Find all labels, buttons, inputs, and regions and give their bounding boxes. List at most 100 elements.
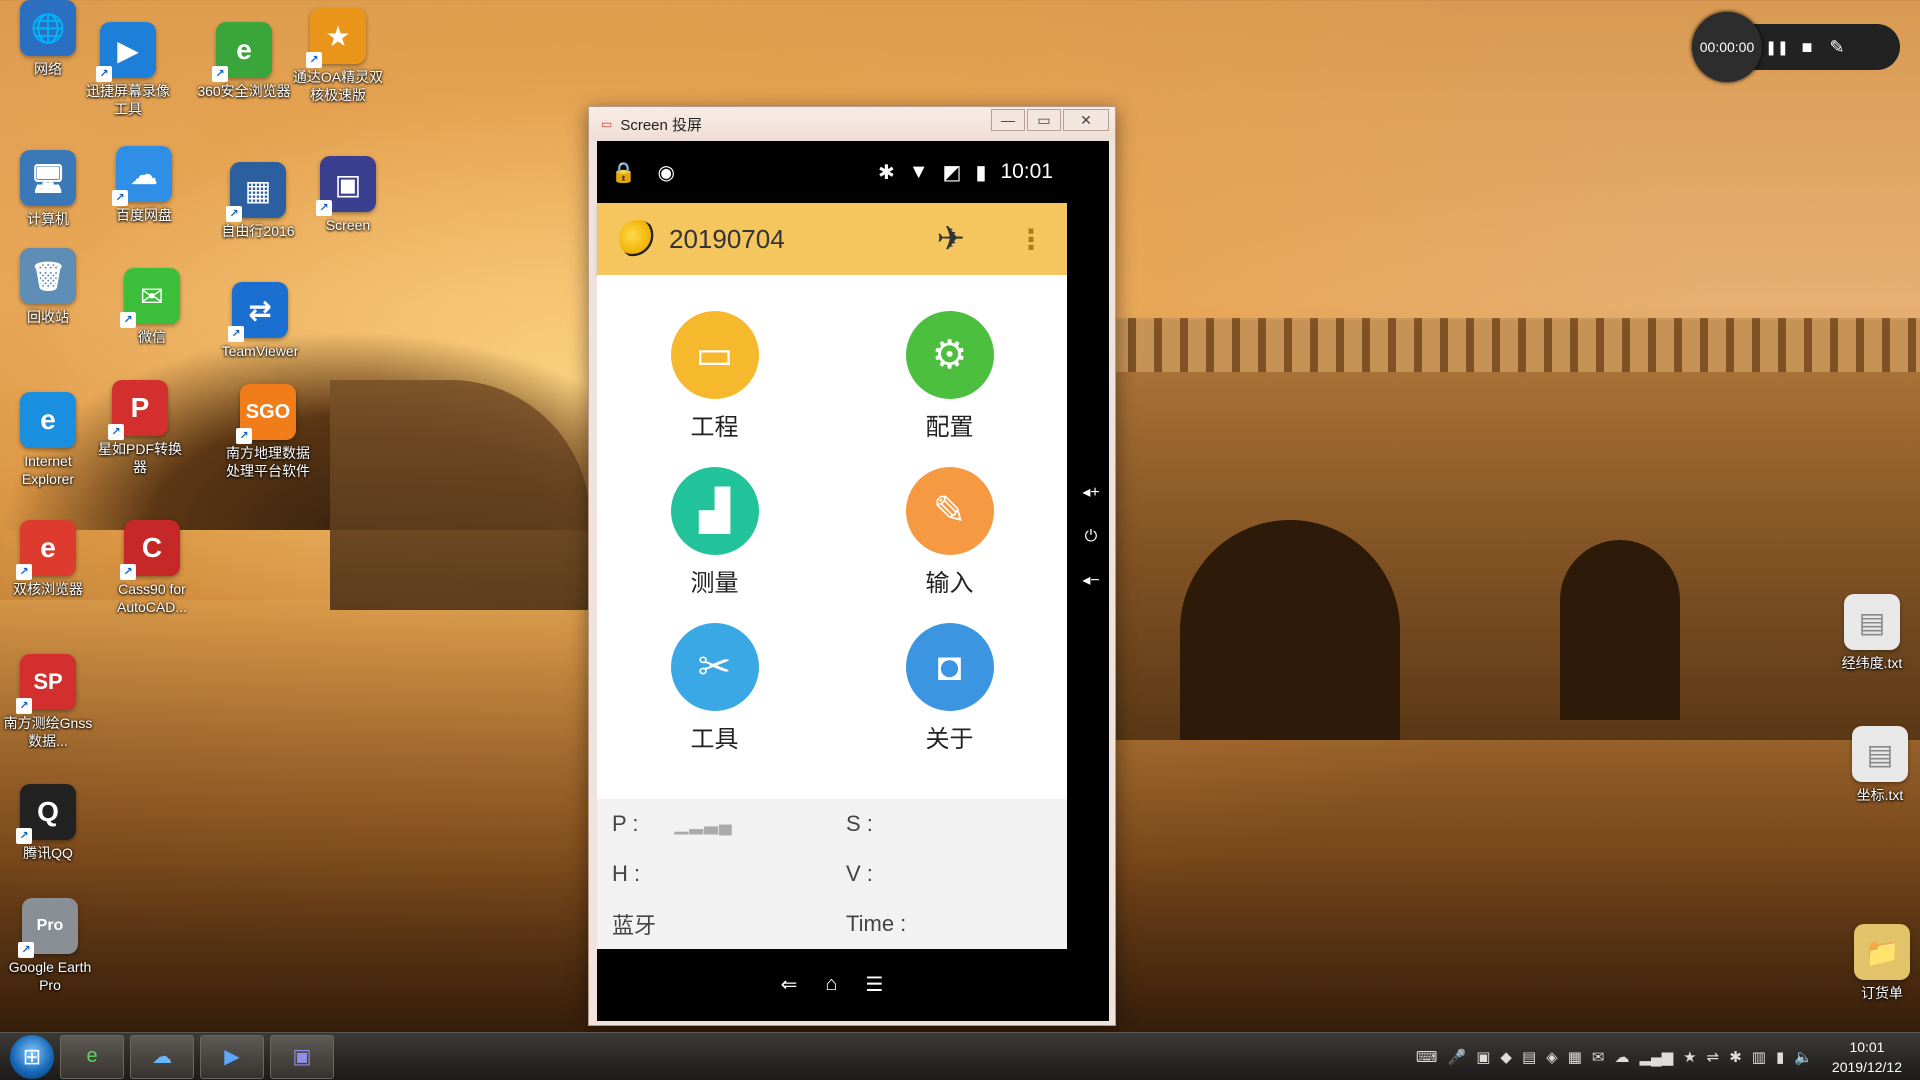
menu-tile-tools[interactable]: ✂ 工具 xyxy=(597,623,832,779)
desktop-icon-coords-txt[interactable]: ▤ 坐标.txt xyxy=(1832,726,1920,804)
taskbar-app-screen-recorder[interactable]: ▶ xyxy=(200,1034,264,1079)
menu-icon[interactable]: ☰ xyxy=(865,972,883,997)
desktop-icon-ziyouxing[interactable]: ▦ 自由行2016 xyxy=(210,162,306,240)
bluetooth-tray-icon[interactable]: ✱ xyxy=(1729,1048,1742,1066)
star-tray-icon[interactable]: ★ xyxy=(1683,1048,1696,1066)
desktop-icon-cass90[interactable]: C Cass90 for AutoCAD... xyxy=(104,520,200,616)
satellite-status: S : xyxy=(846,799,1052,849)
taskbar-date: 2019/12/12 xyxy=(1831,1058,1902,1075)
qq-icon: Q xyxy=(16,784,76,844)
desktop-icon-dual-core-browser[interactable]: e 双核浏览器 xyxy=(0,520,96,598)
desktop-icon-recycle-bin[interactable]: 🗑 回收站 xyxy=(0,248,96,326)
signal-icon[interactable]: ▂▄▆ xyxy=(1639,1048,1673,1066)
desktop-icon-label: 微信 xyxy=(138,329,166,345)
microphone-icon[interactable]: 🎤 xyxy=(1448,1048,1467,1066)
desktop-icon-pdf-converter[interactable]: P 星如PDF转换器 xyxy=(92,380,188,476)
phone-nav-bar: ⇐ ⌂ ☰ xyxy=(597,947,1067,1021)
receiver-icon: ◘ xyxy=(905,623,994,711)
overflow-menu-icon[interactable]: ⋮ xyxy=(1017,223,1045,256)
text-file-icon: ▤ xyxy=(1852,726,1908,782)
window-app-icon: ▭ xyxy=(601,117,613,131)
back-icon[interactable]: ⇐ xyxy=(781,972,798,997)
battery-tray-icon[interactable]: ▮ xyxy=(1776,1048,1784,1066)
menu-tile-measure[interactable]: ▟ 测量 xyxy=(597,467,832,623)
desktop-icon-wechat[interactable]: ✉ 微信 xyxy=(104,268,200,346)
android-icon: ◉ xyxy=(657,161,675,184)
screen-cast-tray-icon[interactable]: ▣ xyxy=(1476,1048,1490,1066)
home-icon[interactable]: ⌂ xyxy=(825,973,837,996)
desktop-icon-screen[interactable]: ▣ Screen xyxy=(300,156,396,234)
recorder-tray-icon[interactable]: ▤ xyxy=(1522,1048,1536,1066)
desktop-icon-label: 计算机 xyxy=(27,211,69,227)
menu-tile-about[interactable]: ◘ 关于 xyxy=(832,623,1067,779)
desktop-icon-internet-explorer[interactable]: e Internet Explorer xyxy=(0,392,96,488)
desktop-icon-label: Google Earth Pro xyxy=(8,959,92,993)
360-browser-icon: e xyxy=(212,22,272,82)
desktop-icon-baidu-netdisk[interactable]: ☁ 百度网盘 xyxy=(96,146,192,224)
minimize-button[interactable]: — xyxy=(991,109,1025,131)
calendar-icon: ▦ xyxy=(226,162,286,222)
desktop-icon-label: 南方测绘Gnss数据... xyxy=(3,715,93,749)
phone-clock: 10:01 xyxy=(1000,160,1053,183)
edit-button[interactable]: ✎ xyxy=(1822,37,1852,58)
desktop-icon-label: Cass90 for AutoCAD... xyxy=(116,581,188,615)
desktop-icon-sgo[interactable]: SGO 南方地理数据处理平台软件 xyxy=(220,384,316,480)
screen-cast-icon: ▣ xyxy=(316,156,376,216)
phone-display: 🔒 ◉ ✱ ▼ ◩ ▮ 10:01 20190704 ✈ ⋮ ▭ 工程 ⚙ 配置… xyxy=(597,141,1067,1021)
security-icon[interactable]: ◈ xyxy=(1546,1048,1558,1066)
taskbar-app-baidu-netdisk[interactable]: ☁ xyxy=(130,1034,194,1079)
taskbar-clock[interactable]: 10:01 2019/12/12 xyxy=(1832,1037,1902,1077)
time-status: Time : xyxy=(846,899,1052,949)
menu-tile-input[interactable]: ✎ 输入 xyxy=(832,467,1067,623)
screen-recorder-icon: ▶ xyxy=(96,22,156,82)
cloud-icon: ☁ xyxy=(112,146,172,206)
start-button[interactable]: ⊞ xyxy=(10,1034,54,1079)
menu-tile-label: 测量 xyxy=(690,570,739,597)
desktop-icon-label: 迅捷屏幕录像工具 xyxy=(86,83,170,117)
pause-button[interactable]: ❚❚ xyxy=(1762,39,1792,56)
volume-icon[interactable]: 🔈 xyxy=(1794,1048,1813,1066)
desktop-icon-latlon-txt[interactable]: ▤ 经纬度.txt xyxy=(1824,594,1920,672)
keyboard-icon[interactable]: ⌨ xyxy=(1416,1048,1438,1066)
taskbar-app-360-browser[interactable]: e xyxy=(60,1034,124,1079)
volume-up-icon[interactable]: ◂+ xyxy=(1082,471,1099,515)
sgo-icon: SGO xyxy=(236,384,296,444)
desktop-icon-tongda-oa[interactable]: ★ 通达OA精灵双核极速版 xyxy=(290,8,386,104)
desktop-icon-gnss[interactable]: SP 南方测绘Gnss数据... xyxy=(0,654,96,750)
menu-tile-project[interactable]: ▭ 工程 xyxy=(597,311,832,467)
desktop-icon-360-browser[interactable]: e 360安全浏览器 xyxy=(196,22,292,100)
desktop-icon-qq[interactable]: Q 腾讯QQ xyxy=(0,784,96,862)
taskbar-app-screen-cast[interactable]: ▣ xyxy=(270,1034,334,1079)
signal-bars-icon: ▁▂▃▄ xyxy=(674,813,733,834)
window-controls: — ▭ ✕ xyxy=(989,109,1109,131)
cloud-tray-icon[interactable]: ☁ xyxy=(1614,1048,1629,1066)
desktop-icon-google-earth[interactable]: Pro Google Earth Pro xyxy=(2,898,98,994)
display-icon[interactable]: ▦ xyxy=(1568,1048,1582,1066)
mirrored-screen: 🔒 ◉ ✱ ▼ ◩ ▮ 10:01 20190704 ✈ ⋮ ▭ 工程 ⚙ 配置… xyxy=(597,141,1109,1021)
desktop-icon-screen-recorder[interactable]: ▶ 迅捷屏幕录像工具 xyxy=(80,22,176,118)
computer-icon: 🖥 xyxy=(20,150,76,206)
stop-button[interactable]: ■ xyxy=(1792,37,1822,58)
satellite-icon[interactable]: ✈ xyxy=(937,219,966,259)
wechat-tray-icon[interactable]: ✉ xyxy=(1592,1048,1605,1066)
notes-tray-icon[interactable]: ▥ xyxy=(1752,1048,1766,1066)
desktop-icon-computer[interactable]: 🖥 计算机 xyxy=(0,150,96,228)
desktop-icon-teamviewer[interactable]: ⇄ TeamViewer xyxy=(212,282,308,360)
tools-icon: ✂ xyxy=(670,623,759,711)
maximize-button[interactable]: ▭ xyxy=(1027,109,1061,131)
no-sim-icon: ◩ xyxy=(942,161,962,184)
edit-icon: ✎ xyxy=(905,467,994,555)
shield-icon[interactable]: ◆ xyxy=(1500,1048,1512,1066)
volume-down-icon[interactable]: ◂− xyxy=(1082,559,1099,603)
recorder-timer: 00:00:00 xyxy=(1692,12,1762,82)
power-icon[interactable]: ⏻ xyxy=(1085,515,1098,559)
close-button[interactable]: ✕ xyxy=(1063,109,1109,131)
desktop-icon-label: 订货单 xyxy=(1861,985,1903,1001)
desktop-icon-order-folder[interactable]: 📁 订货单 xyxy=(1834,924,1920,1002)
gear-icon: ⚙ xyxy=(905,311,994,399)
desktop-icon-label: 自由行2016 xyxy=(221,223,295,239)
menu-tile-config[interactable]: ⚙ 配置 xyxy=(832,311,1067,467)
desktop-icon-label: 星如PDF转换器 xyxy=(98,441,182,475)
network-tray-icon[interactable]: ⇌ xyxy=(1707,1048,1720,1066)
p-label: P : xyxy=(612,811,639,836)
